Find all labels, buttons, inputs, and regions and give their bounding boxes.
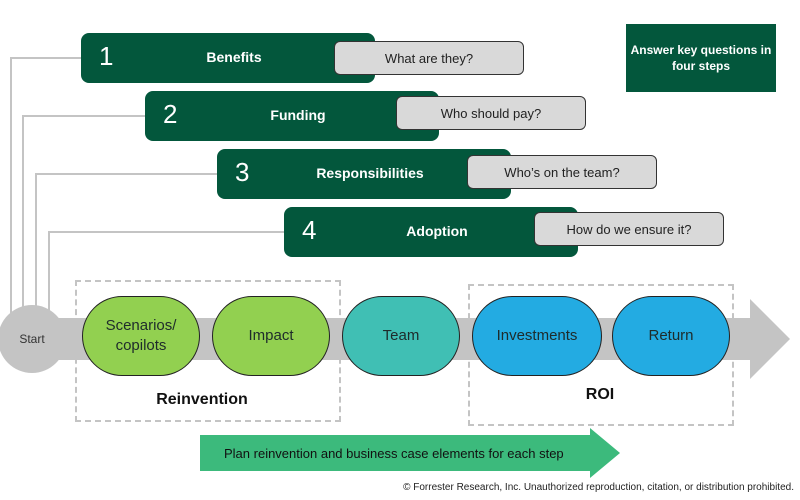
step-number: 4	[302, 215, 317, 245]
plan-arrowhead	[590, 428, 620, 478]
node-team: Team	[342, 296, 460, 376]
step-1-question: What are they?	[334, 41, 524, 75]
flow-arrowhead	[750, 299, 790, 379]
key-questions-callout: Answer key questions in four steps	[626, 24, 776, 92]
step-2-question: Who should pay?	[396, 96, 586, 130]
step-4-question: How do we ensure it?	[534, 212, 724, 246]
node-return: Return	[612, 296, 730, 376]
plan-arrow: Plan reinvention and business case eleme…	[200, 435, 590, 471]
step-label: Funding	[270, 107, 326, 123]
step-number: 3	[235, 157, 250, 187]
step-label: Benefits	[206, 49, 262, 65]
node-impact: Impact	[212, 296, 330, 376]
group-reinvention-label: Reinvention	[156, 391, 248, 408]
step-label: Responsibilities	[316, 165, 424, 181]
step-2-funding: 2 Funding	[145, 91, 439, 141]
step-number: 2	[163, 99, 178, 129]
step-1-benefits: 1 Benefits	[81, 33, 375, 83]
start-node: Start	[0, 305, 66, 373]
group-roi-label: ROI	[585, 386, 615, 403]
step-label: Adoption	[406, 223, 468, 239]
node-scenarios-copilots: Scenarios/ copilots	[82, 296, 200, 376]
step-3-question: Who’s on the team?	[467, 155, 657, 189]
node-investments: Investments	[472, 296, 602, 376]
copyright-notice: © Forrester Research, Inc. Unauthorized …	[403, 482, 794, 493]
step-number: 1	[99, 41, 114, 71]
